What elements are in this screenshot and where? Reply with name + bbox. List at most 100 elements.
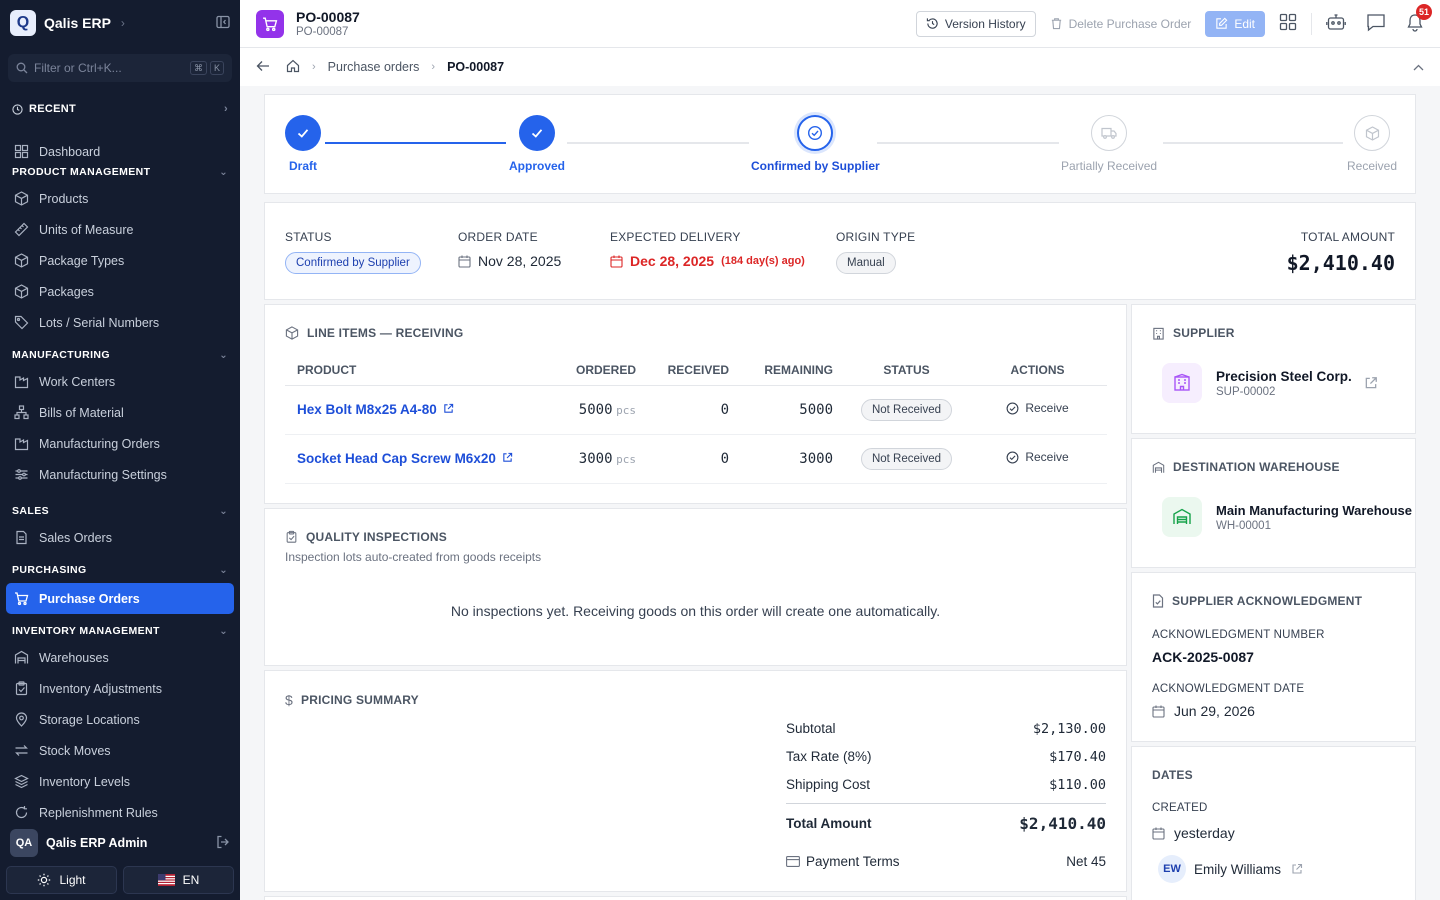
payment-terms-value: Net 45 xyxy=(1066,854,1106,869)
section-purchasing[interactable]: PURCHASING ⌄ xyxy=(0,559,240,581)
product-link[interactable]: Hex Bolt M8x25 A4-80 xyxy=(297,402,437,417)
table-header-row: PRODUCT ORDERED RECEIVED REMAINING STATU… xyxy=(285,355,1107,386)
external-link-icon[interactable] xyxy=(502,452,513,463)
apps-grid-icon[interactable] xyxy=(1279,13,1297,34)
warehouse-name[interactable]: Main Manufacturing Warehouse xyxy=(1216,503,1412,518)
sidebar-item-label: Inventory Adjustments xyxy=(39,681,162,696)
credit-card-icon xyxy=(786,856,800,867)
sidebar-item-warehouses[interactable]: Warehouses xyxy=(0,642,240,673)
page-subtitle: PO-00087 xyxy=(296,26,349,38)
factory-icon xyxy=(14,438,29,451)
external-link-icon[interactable] xyxy=(443,403,454,414)
sidebar-item-units-of-measure[interactable]: Units of Measure xyxy=(0,214,240,245)
section-manufacturing[interactable]: MANUFACTURING ⌄ xyxy=(0,344,240,366)
sidebar-item-lots-serial-numbers[interactable]: Lots / Serial Numbers xyxy=(0,307,240,338)
pricing-summary-card: $ PRICING SUMMARY Subtotal $2,130.00 Tax… xyxy=(264,670,1127,892)
ack-number-value: ACK-2025-0087 xyxy=(1152,649,1254,665)
ruler-icon xyxy=(14,222,29,237)
sidebar-item-stock-moves[interactable]: Stock Moves xyxy=(0,735,240,766)
package-check-icon xyxy=(1354,115,1391,151)
subtotal-value: $2,130.00 xyxy=(1032,721,1106,737)
shipping-value: $110.00 xyxy=(1049,777,1106,793)
edit-button[interactable]: Edit xyxy=(1205,10,1265,37)
package-icon xyxy=(14,253,29,268)
sidebar-item-label: Replenishment Rules xyxy=(39,805,158,820)
version-history-button[interactable]: Version History xyxy=(915,10,1036,37)
next-card-edge xyxy=(264,896,1127,900)
delete-purchase-order-button[interactable]: Delete Purchase Order xyxy=(1050,17,1191,31)
table-row: Hex Bolt M8x25 A4-80 5000 pcs 0 5000 Not… xyxy=(285,385,1107,435)
section-inventory-management[interactable]: INVENTORY MANAGEMENT ⌄ xyxy=(0,620,240,642)
sidebar-item-label: Work Centers xyxy=(39,374,116,389)
sidebar-item-inventory-adjustments[interactable]: Inventory Adjustments xyxy=(0,673,240,704)
user-menu[interactable]: QA Qalis ERP Admin xyxy=(0,826,240,860)
section-sales[interactable]: SALES ⌄ xyxy=(0,500,240,522)
order-summary: STATUS Confirmed by Supplier ORDER DATE … xyxy=(264,202,1416,300)
warehouse-icon xyxy=(14,650,29,664)
sidebar-item-work-centers[interactable]: Work Centers xyxy=(0,366,240,397)
step-received: Received xyxy=(1347,115,1397,173)
unit: pcs xyxy=(616,452,636,466)
step-label: Confirmed by Supplier xyxy=(751,159,880,173)
sidebar-item-manufacturing-orders[interactable]: Manufacturing Orders xyxy=(0,428,240,459)
tax-label: Tax Rate (8%) xyxy=(786,749,872,764)
chat-icon[interactable] xyxy=(1366,13,1386,35)
step-connector xyxy=(1163,142,1343,144)
sidebar-item-package-types[interactable]: Package Types xyxy=(0,245,240,276)
sidebar-item-bills-of-material[interactable]: Bills of Material xyxy=(0,397,240,428)
edit-icon xyxy=(1216,17,1228,29)
supplier-name[interactable]: Precision Steel Corp. xyxy=(1216,369,1352,384)
destination-warehouse-card: DESTINATION WAREHOUSE Main Manufacturing… xyxy=(1131,438,1416,568)
back-arrow-icon[interactable] xyxy=(256,60,270,75)
chevron-up-icon[interactable] xyxy=(1413,60,1424,74)
external-link-icon[interactable] xyxy=(1364,376,1378,390)
column-header: ACTIONS xyxy=(968,355,1107,386)
sidebar-item-inventory-levels[interactable]: Inventory Levels xyxy=(0,766,240,797)
ai-assistant-icon[interactable] xyxy=(1326,13,1346,34)
payment-terms-label: Payment Terms xyxy=(806,854,900,869)
sidebar-item-label: Stock Moves xyxy=(39,743,111,758)
external-link-icon[interactable] xyxy=(1291,863,1303,875)
app-name: Qalis ERP xyxy=(44,15,111,31)
remaining-qty: 5000 xyxy=(741,385,845,435)
collapse-sidebar-icon[interactable] xyxy=(216,15,230,32)
sidebar-item-label: Bills of Material xyxy=(39,405,124,420)
sidebar-item-packages[interactable]: Packages xyxy=(0,276,240,307)
section-product-management[interactable]: PRODUCT MANAGEMENT ⌄ xyxy=(0,161,240,183)
warehouse-code: WH-00001 xyxy=(1216,519,1271,532)
supplier-title: SUPPLIER xyxy=(1152,326,1235,340)
order-date-label: ORDER DATE xyxy=(458,230,538,244)
theme-toggle-button[interactable]: Light xyxy=(6,866,117,894)
recent-toggle[interactable]: RECENT › xyxy=(0,98,240,120)
product-link[interactable]: Socket Head Cap Screw M6x20 xyxy=(297,451,496,466)
map-pin-icon xyxy=(15,712,28,727)
notifications-bell-icon[interactable]: 51 xyxy=(1406,3,1432,35)
sidebar-footer: QA Qalis ERP Admin Light EN xyxy=(0,822,240,900)
sidebar-item-purchase-orders[interactable]: Purchase Orders xyxy=(6,583,234,614)
ordered-qty: 5000 xyxy=(578,401,613,418)
language-button[interactable]: EN xyxy=(123,866,234,894)
breadcrumb-purchase-orders[interactable]: Purchase orders xyxy=(328,60,420,74)
home-icon[interactable] xyxy=(286,59,300,76)
subtotal-row: Subtotal $2,130.00 xyxy=(786,721,1106,737)
sidebar-item-storage-locations[interactable]: Storage Locations xyxy=(0,704,240,735)
avatar: EW xyxy=(1158,855,1186,883)
origin-type-badge: Manual xyxy=(836,252,896,274)
sidebar-item-label: Manufacturing Orders xyxy=(39,436,160,451)
brand[interactable]: Q Qalis ERP › xyxy=(0,0,240,46)
step-label: Partially Received xyxy=(1061,159,1158,173)
total-row: Total Amount $2,410.40 xyxy=(786,814,1106,833)
theme-label: Light xyxy=(59,873,86,887)
receive-button[interactable]: Receive xyxy=(1006,401,1069,415)
topbar: PO-00087 PO-00087 Version History Delete… xyxy=(240,0,1440,48)
step-label: Draft xyxy=(288,159,317,173)
creator-name[interactable]: Emily Williams xyxy=(1194,862,1281,877)
sidebar-item-products[interactable]: Products xyxy=(0,183,240,214)
shipping-row: Shipping Cost $110.00 xyxy=(786,777,1106,793)
logout-icon[interactable] xyxy=(216,835,230,852)
sidebar-item-sales-orders[interactable]: Sales Orders xyxy=(0,522,240,553)
receive-button[interactable]: Receive xyxy=(1006,450,1069,464)
sidebar-item-manufacturing-settings[interactable]: Manufacturing Settings xyxy=(0,459,240,490)
sidebar-filter-input[interactable]: Filter or Ctrl+K... ⌘ K xyxy=(8,54,232,82)
status-stepper: Draft Approved Confirmed by Supplier Par… xyxy=(264,94,1416,194)
